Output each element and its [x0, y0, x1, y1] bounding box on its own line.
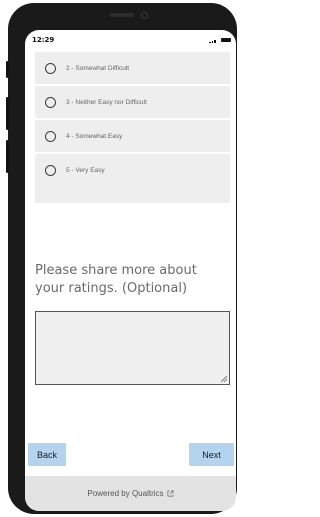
radio-icon[interactable] [45, 164, 56, 176]
resize-handle-icon[interactable] [221, 376, 227, 382]
signal-icon [209, 39, 217, 43]
comment-textarea[interactable] [35, 311, 230, 385]
back-button[interactable]: Back [28, 443, 66, 466]
volume-up-button [6, 97, 9, 130]
option-label: 2 - Somewhat Difficult [66, 64, 130, 72]
volume-down-button [6, 140, 9, 173]
phone-frame: 12:29 2 - Somewhat Difficult 3 - Neither… [8, 3, 237, 514]
option-very-easy[interactable]: 5 - Very Easy [35, 154, 230, 186]
radio-icon[interactable] [45, 62, 56, 74]
screen: 12:29 2 - Somewhat Difficult 3 - Neither… [25, 30, 236, 511]
front-camera [141, 12, 148, 19]
option-neither[interactable]: 3 - Neither Easy nor Difficult [35, 86, 230, 118]
option-somewhat-easy[interactable]: 4 - Somewhat Easy [35, 120, 230, 152]
option-label: 3 - Neither Easy nor Difficult [66, 98, 147, 106]
question-text: Please share more about your ratings. (O… [35, 263, 197, 296]
options-panel-bottom [35, 186, 230, 203]
next-button[interactable]: Next [189, 443, 234, 466]
external-link-icon [167, 490, 173, 497]
option-label: 5 - Very Easy [66, 166, 105, 174]
mute-switch [6, 61, 9, 78]
radio-icon[interactable] [45, 96, 56, 108]
status-bar: 12:29 [25, 30, 236, 51]
status-time: 12:29 [32, 36, 55, 44]
powered-by-link[interactable]: Powered by Qualtrics [87, 489, 163, 498]
footer: Powered by Qualtrics [25, 476, 236, 511]
option-somewhat-difficult[interactable]: 2 - Somewhat Difficult [35, 52, 230, 84]
speaker-grille [110, 13, 134, 17]
option-label: 4 - Somewhat Easy [66, 132, 123, 140]
battery-icon [221, 38, 231, 42]
radio-icon[interactable] [45, 130, 56, 142]
